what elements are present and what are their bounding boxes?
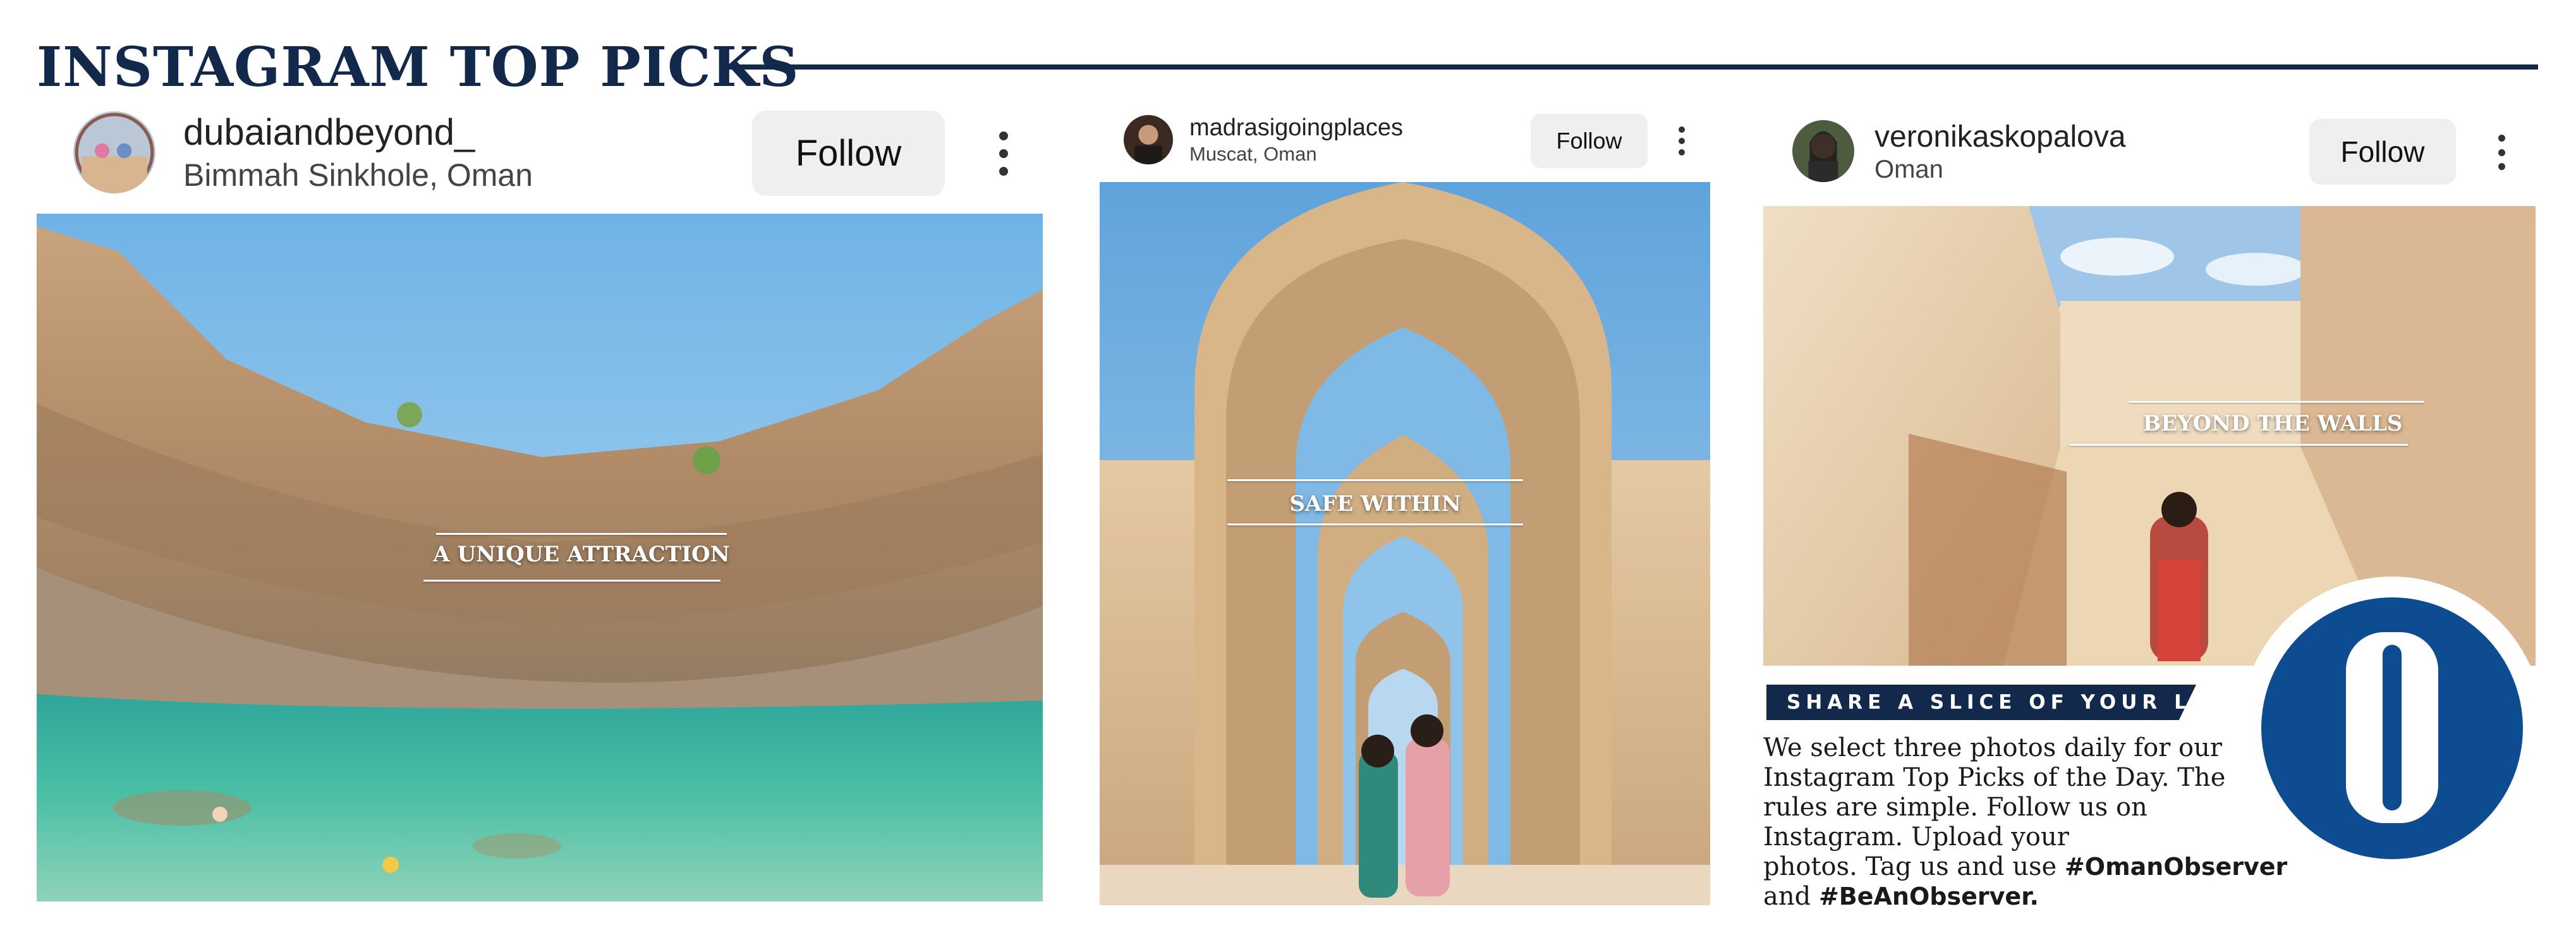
- photo-caption: BEYOND THE WALLS: [2142, 411, 2403, 436]
- location[interactable]: Oman: [1874, 154, 1943, 185]
- avatar[interactable]: [1124, 115, 1173, 164]
- follow-button[interactable]: Follow: [2309, 119, 2456, 185]
- promo-line-with-hashtag: and #BeAnObserver.: [1763, 882, 2269, 912]
- follow-button[interactable]: Follow: [1531, 114, 1648, 168]
- post-photo[interactable]: [1100, 182, 1710, 905]
- promo-line-with-hashtag: photos. Tag us and use #OmanObserver: [1763, 852, 2287, 882]
- promo-body: We select three photos daily for our Ins…: [1763, 733, 2287, 912]
- caption-rule-top: [1227, 479, 1523, 481]
- observer-logo-letter-counter: [2383, 645, 2402, 810]
- promo-line: Instagram Top Picks of the Day. The: [1763, 763, 2226, 792]
- promo-line: rules are simple. Follow us on: [1763, 793, 2148, 822]
- page-title: INSTAGRAM TOP PICKS: [37, 35, 799, 99]
- photo-caption: A UNIQUE ATTRACTION: [433, 542, 730, 567]
- username[interactable]: veronikaskopalova: [1874, 119, 2126, 156]
- promo-banner: SHARE A SLICE OF YOUR LIFE: [1766, 685, 2196, 720]
- hashtag-beanobserver: #BeAnObserver.: [1818, 883, 2039, 910]
- more-options-icon[interactable]: [1675, 126, 1689, 156]
- caption-rule-bottom: [2070, 444, 2408, 446]
- promo-and: and: [1763, 882, 1819, 911]
- caption-rule-bottom: [423, 580, 720, 582]
- promo-banner-text: SHARE A SLICE OF YOUR LIFE: [1787, 691, 2241, 714]
- caption-rule-bottom: [1227, 523, 1523, 525]
- caption-rule-top: [2129, 401, 2424, 403]
- promo-line: photos. Tag us and use: [1763, 852, 2065, 881]
- avatar[interactable]: [1792, 120, 1854, 182]
- more-options-icon[interactable]: [992, 131, 1015, 176]
- avatar[interactable]: [73, 111, 155, 193]
- follow-button[interactable]: Follow: [752, 111, 945, 196]
- location[interactable]: Muscat, Oman: [1189, 142, 1317, 166]
- hashtag-omanobserver: #OmanObserver: [2064, 853, 2288, 881]
- more-options-icon[interactable]: [2493, 135, 2510, 170]
- promo-line: We select three photos daily for our: [1763, 733, 2222, 762]
- username[interactable]: dubaiandbeyond_: [183, 111, 475, 155]
- location[interactable]: Bimmah Sinkhole, Oman: [183, 156, 533, 194]
- photo-caption: SAFE WITHIN: [1289, 491, 1461, 516]
- promo-line: Instagram. Upload your: [1763, 822, 2069, 852]
- username[interactable]: madrasigoingplaces: [1189, 113, 1403, 142]
- caption-rule-top: [436, 533, 727, 535]
- title-rule: [727, 64, 2538, 70]
